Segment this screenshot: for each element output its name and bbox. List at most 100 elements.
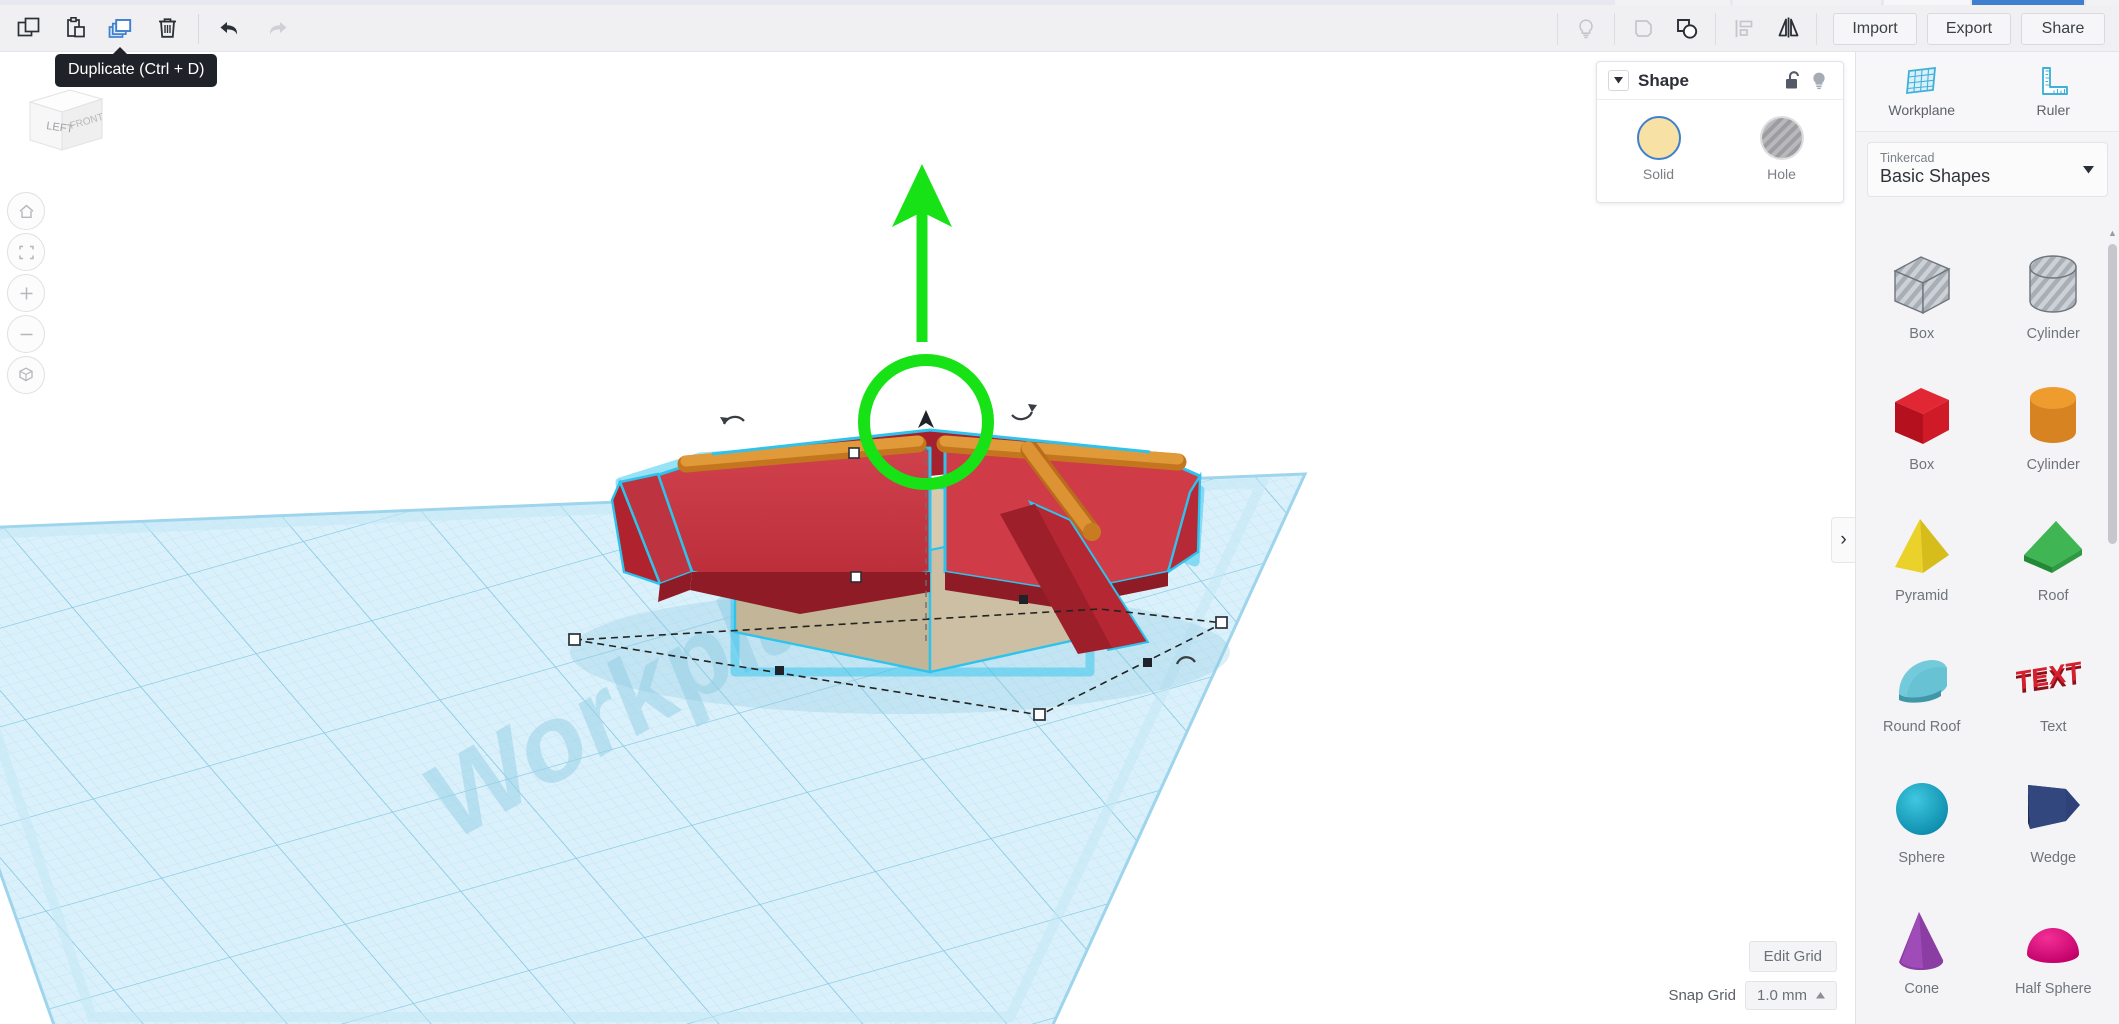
shape-thumb — [1885, 506, 1959, 590]
delete-button[interactable] — [144, 6, 190, 52]
redo-button[interactable] — [253, 6, 299, 52]
shape-item-partial[interactable] — [1988, 1016, 2119, 1024]
shape-item-partial[interactable] — [1856, 1016, 1988, 1024]
midpoint-handle[interactable] — [1143, 658, 1152, 667]
shape-label: Text — [2039, 719, 2067, 735]
grid-controls: Edit Grid Snap Grid 1.0 mm — [1668, 941, 1837, 1010]
import-button[interactable]: Import — [1833, 12, 1917, 45]
shape-item-sphere[interactable]: Sphere — [1856, 754, 1988, 885]
shape-label: Box — [1909, 326, 1935, 342]
shape-library-select[interactable]: Tinkercad Basic Shapes — [1867, 142, 2108, 197]
undo-arrow-icon — [220, 22, 237, 35]
align-icon — [1735, 20, 1752, 37]
shape-item-text[interactable]: TEXT TEXT Text — [1988, 623, 2119, 754]
copy-button[interactable] — [6, 6, 52, 52]
shape-item-round-roof[interactable]: Round Roof — [1856, 623, 1988, 754]
shape-panel-header: Shape — [1597, 62, 1843, 100]
lightbulb-icon — [1813, 72, 1825, 89]
caret-up-icon — [1816, 992, 1825, 999]
shape-label: Round Roof — [1883, 719, 1961, 735]
scrollbar-thumb[interactable] — [2108, 244, 2117, 544]
3d-viewport[interactable]: Workplane LEFT FRONT Edit Grid Snap Grid… — [0, 52, 1855, 1024]
shape-thumb — [1885, 244, 1959, 328]
chevron-down-icon — [2083, 165, 2094, 173]
snap-grid-label: Snap Grid — [1668, 987, 1736, 1004]
gallery-scrollbar[interactable]: ▲ — [2108, 228, 2117, 1020]
snap-grid-value: 1.0 mm — [1756, 987, 1807, 1004]
copy-icon — [17, 17, 40, 36]
shape-item-cone[interactable]: Cone — [1856, 885, 1988, 1016]
height-handle[interactable] — [848, 447, 860, 459]
shape-item-box-hole[interactable]: Box — [1856, 230, 1988, 361]
shape-item-cylinder-hole[interactable]: Cylinder — [1988, 230, 2119, 361]
shape-thumb — [1885, 768, 1959, 852]
shape-item-half-sphere[interactable]: Half Sphere — [1988, 885, 2119, 1016]
paste-button[interactable] — [52, 6, 98, 52]
shape-gallery[interactable]: Box Cylinder Box Cylinder Pyramid Roof R… — [1856, 224, 2119, 1024]
toolbar-left-group — [0, 5, 299, 52]
solid-option[interactable]: Solid — [1597, 116, 1720, 182]
resize-handle[interactable] — [568, 633, 581, 646]
sidebar-tools: Workplane Ruler — [1856, 52, 2119, 132]
library-collection: Basic Shapes — [1880, 166, 1991, 186]
fit-view-button[interactable] — [7, 233, 45, 271]
toolbar-divider — [198, 13, 199, 44]
shape-item-pyramid[interactable]: Pyramid — [1856, 492, 1988, 623]
undo-button[interactable] — [207, 6, 253, 52]
zoom-in-button[interactable] — [7, 274, 45, 312]
sidebar-collapse-button[interactable]: › — [1831, 517, 1855, 563]
shape-panel-title: Shape — [1638, 70, 1690, 90]
toolbar-right-group: Import Export Share — [1551, 5, 2119, 52]
shape-item-wedge[interactable]: Wedge — [1988, 754, 2119, 885]
tinkercad-editor: Import Export Share Duplicate (Ctrl + D) — [0, 0, 2119, 1024]
align-button[interactable] — [1722, 7, 1766, 51]
group-button[interactable] — [1665, 7, 1709, 51]
shape-panel-collapse-button[interactable] — [1608, 70, 1629, 91]
hole-label: Hole — [1767, 166, 1796, 182]
shape-thumb — [2016, 899, 2090, 983]
duplicate-tooltip: Duplicate (Ctrl + D) — [55, 47, 218, 87]
shape-item-box[interactable]: Box — [1856, 361, 1988, 492]
midpoint-handle[interactable] — [775, 666, 784, 675]
ruler-icon — [2042, 67, 2069, 95]
export-button[interactable]: Export — [1927, 12, 2011, 45]
resize-handle[interactable] — [1215, 616, 1228, 629]
shape-label: Roof — [2037, 588, 2069, 604]
view-cube[interactable]: LEFT FRONT — [22, 84, 112, 164]
shape-thumb — [1885, 637, 1959, 721]
scroll-up-arrow-icon[interactable]: ▲ — [2108, 228, 2117, 238]
hole-option[interactable]: Hole — [1720, 116, 1843, 182]
shapes-sidebar: Workplane Ruler Tinkercad Basic Shapes B… — [1855, 52, 2119, 1024]
lock-toggle-button[interactable] — [1780, 68, 1806, 94]
shape-hint-button[interactable] — [1806, 68, 1832, 94]
lightbulb-button[interactable] — [1564, 7, 1608, 51]
zoom-out-button[interactable] — [7, 315, 45, 353]
viewport-nav-controls — [7, 192, 45, 397]
shape-label: Wedge — [2030, 850, 2077, 866]
home-view-button[interactable] — [7, 192, 45, 230]
shape-grid: Box Cylinder Box Cylinder Pyramid Roof R… — [1856, 230, 2119, 1024]
share-button[interactable]: Share — [2021, 12, 2105, 45]
snap-grid-select[interactable]: 1.0 mm — [1744, 981, 1837, 1010]
notes-button[interactable] — [1621, 7, 1665, 51]
mirror-button[interactable] — [1766, 7, 1810, 51]
shape-thumb — [1885, 899, 1959, 983]
shape-thumb — [2016, 506, 2090, 590]
resize-handle[interactable] — [1033, 708, 1046, 721]
shape-item-cylinder[interactable]: Cylinder — [1988, 361, 2119, 492]
edit-grid-button[interactable]: Edit Grid — [1748, 941, 1837, 972]
hole-swatch — [1759, 116, 1804, 160]
snap-grid-row: Snap Grid 1.0 mm — [1668, 981, 1837, 1010]
duplicate-button[interactable] — [98, 6, 144, 52]
ortho-perspective-button[interactable] — [7, 356, 45, 394]
group-shapes-icon — [1676, 19, 1697, 39]
shape-label: Box — [1909, 457, 1935, 473]
workplane-tool[interactable]: Workplane — [1856, 52, 1988, 131]
midpoint-handle[interactable] — [1019, 595, 1028, 604]
ruler-tool[interactable]: Ruler — [1988, 52, 2119, 131]
mirror-icon — [1778, 17, 1798, 38]
redo-arrow-icon — [269, 22, 286, 35]
height-handle[interactable] — [850, 571, 862, 583]
top-toolbar: Import Export Share — [0, 0, 2119, 52]
shape-item-roof[interactable]: Roof — [1988, 492, 2119, 623]
